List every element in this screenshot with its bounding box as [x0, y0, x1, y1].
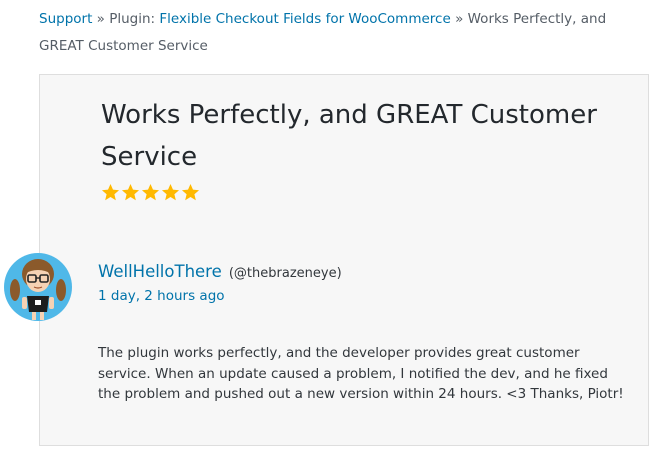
- breadcrumb-separator: »: [450, 11, 468, 27]
- review-body: The plugin works perfectly, and the deve…: [98, 345, 624, 402]
- author-username: (@thebrazeneye): [228, 266, 342, 281]
- star-icon: [121, 183, 140, 201]
- review-page: Support » Plugin: Flexible Checkout Fiel…: [0, 0, 658, 456]
- review-date-link[interactable]: 1 day, 2 hours ago: [98, 285, 225, 307]
- star-rating: [101, 183, 200, 207]
- breadcrumb-plugin-prefix: Plugin:: [109, 11, 160, 27]
- author-name-link[interactable]: WellHelloThere: [98, 262, 222, 281]
- breadcrumb-plugin-link[interactable]: Flexible Checkout Fields for WooCommerce: [159, 11, 450, 27]
- star-icon: [161, 183, 180, 201]
- star-icon: [101, 183, 120, 201]
- breadcrumb-separator: »: [92, 11, 110, 27]
- star-icon: [181, 183, 200, 201]
- review-author: WellHelloThere (@thebrazeneye): [98, 259, 342, 287]
- breadcrumb: Support » Plugin: Flexible Checkout Fiel…: [39, 6, 651, 60]
- review-title: Works Perfectly, and GREAT Customer Serv…: [101, 100, 597, 172]
- star-icon: [141, 183, 160, 201]
- breadcrumb-support-link[interactable]: Support: [39, 11, 92, 27]
- avatar-girl-with-glasses-icon[interactable]: [3, 252, 73, 322]
